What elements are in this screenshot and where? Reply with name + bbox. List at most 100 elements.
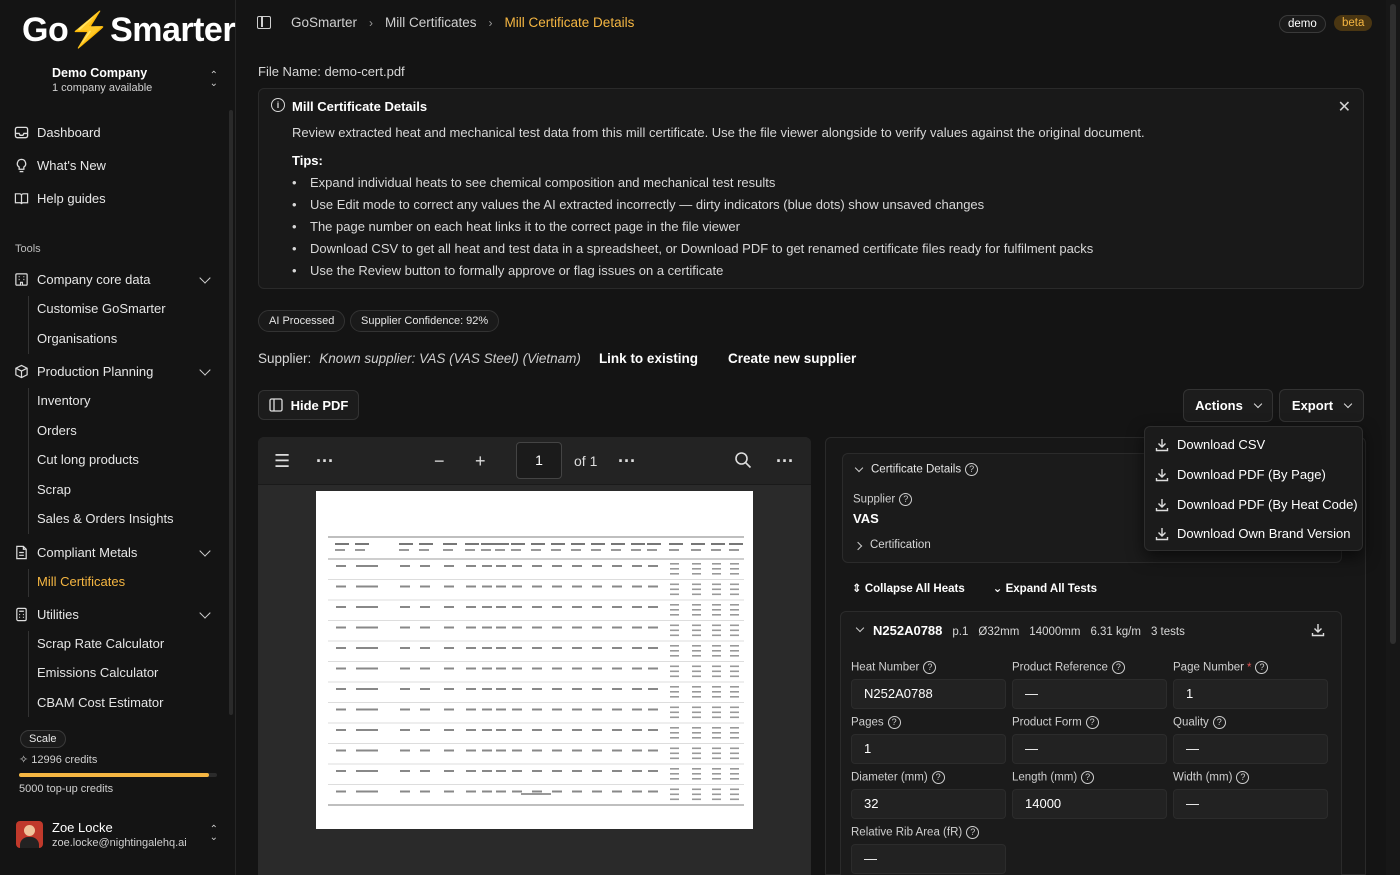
help-circle-icon[interactable]: ? (1081, 771, 1095, 784)
sidebar-scrollbar[interactable] (229, 110, 233, 715)
page-number-field[interactable]: 1 (1173, 679, 1328, 709)
length-field[interactable]: 14000 (1012, 789, 1167, 819)
breadcrumb-gosmarter[interactable]: GoSmarter (291, 15, 357, 30)
nav-cut-long-products[interactable]: Cut long products (37, 452, 139, 467)
list-icon[interactable]: ☰ (274, 451, 290, 471)
export-menu: Download CSV Download PDF (By Page) Down… (1144, 426, 1363, 551)
cell-text-mark (612, 770, 622, 772)
help-circle-icon[interactable]: ? (887, 716, 901, 729)
heat-number-field[interactable]: N252A0788 (851, 679, 1006, 709)
chevron-down-icon[interactable] (199, 364, 211, 376)
pages-field[interactable]: 1 (851, 734, 1006, 764)
download-pdf-by-page-item[interactable]: Download PDF (By Page) (1155, 467, 1326, 482)
expand-all-tests-button[interactable]: ⌄ Expand All Tests (993, 581, 1097, 595)
help-circle-icon[interactable]: ? (899, 493, 913, 506)
nav-organisations[interactable]: Organisations (37, 331, 117, 346)
chevron-down-icon[interactable] (199, 545, 211, 557)
download-pdf-by-heat-code-label: Download PDF (By Heat Code) (1177, 497, 1358, 512)
product-form-field[interactable]: — (1012, 734, 1167, 764)
help-circle-icon[interactable]: ? (1255, 661, 1269, 674)
nav-cbam-cost-estimator[interactable]: CBAM Cost Estimator (37, 695, 163, 710)
chevron-right-icon[interactable] (853, 541, 863, 551)
download-pdf-by-heat-code-item[interactable]: Download PDF (By Heat Code) (1155, 497, 1358, 512)
page-scrollbar[interactable] (1386, 0, 1400, 875)
help-circle-icon[interactable]: ? (965, 463, 979, 476)
product-reference-field[interactable]: — (1012, 679, 1167, 709)
cell-text-mark (730, 747, 739, 750)
chevron-down-icon[interactable] (855, 623, 865, 633)
search-icon[interactable] (734, 451, 752, 469)
width-field[interactable]: — (1173, 789, 1328, 819)
nav-dashboard-label: Dashboard (37, 124, 101, 140)
export-button[interactable]: Export (1279, 389, 1364, 422)
pdf-toolbar: ☰ ··· − + 1 of 1 ··· ··· (258, 437, 811, 485)
nav-dashboard[interactable]: Dashboard (14, 121, 101, 143)
nav-company-core-data[interactable]: Company core data (14, 268, 150, 290)
nav-compliant-metals[interactable]: Compliant Metals (14, 541, 137, 563)
help-circle-icon[interactable]: ? (1212, 716, 1226, 729)
hide-pdf-button[interactable]: Hide PDF (258, 390, 359, 420)
cell-text-mark (400, 667, 410, 670)
cell-text-mark (482, 749, 492, 752)
certification-toggle[interactable]: Certification (870, 539, 931, 551)
nav-production-planning[interactable]: Production Planning (14, 360, 153, 382)
chevron-down-icon[interactable] (854, 463, 864, 473)
nav-utilities[interactable]: Utilities (14, 603, 79, 625)
chevron-down-icon[interactable] (199, 272, 211, 284)
breadcrumb-mill-certificates[interactable]: Mill Certificates (385, 15, 477, 30)
tip-item: Use Edit mode to correct any values the … (292, 197, 1093, 219)
cell-text-mark (692, 752, 701, 755)
link-to-existing-button[interactable]: Link to existing (599, 351, 698, 366)
nav-inventory[interactable]: Inventory (37, 393, 90, 408)
cell-text-mark (444, 790, 454, 793)
cell-text-mark (336, 626, 346, 629)
cell-text-mark (730, 737, 739, 739)
relative-rib-area-field[interactable]: — (851, 844, 1006, 874)
more-horizontal-icon[interactable]: ··· (316, 451, 334, 471)
help-circle-icon[interactable]: ? (1085, 716, 1099, 729)
nav-scrap-rate-calculator[interactable]: Scrap Rate Calculator (37, 636, 164, 651)
help-circle-icon[interactable]: ? (1236, 771, 1250, 784)
cell-text-mark (356, 585, 378, 588)
company-switcher[interactable]: Demo Company 1 company available ⌃ ⌄ (12, 60, 224, 102)
heat-header[interactable]: N252A0788 p.1 Ø32mm 14000mm 6.31 kg/m 3 … (873, 623, 1185, 638)
cell-text-mark (532, 626, 542, 629)
nav-utilities-label: Utilities (37, 606, 79, 622)
cell-text-mark (482, 790, 492, 793)
sidebar-toggle-icon[interactable] (257, 16, 271, 29)
download-csv-item[interactable]: Download CSV (1155, 437, 1265, 452)
certificate-details-header[interactable]: Certificate Details? (871, 463, 979, 476)
more-horizontal-icon[interactable]: ··· (776, 451, 794, 471)
zoom-in-icon[interactable]: + (475, 451, 486, 471)
actions-button[interactable]: Actions (1183, 389, 1273, 422)
zoom-out-icon[interactable]: − (434, 451, 445, 471)
nav-sales-orders-insights[interactable]: Sales & Orders Insights (37, 511, 174, 526)
cell-text-mark (670, 778, 679, 780)
nav-mill-certificates[interactable]: Mill Certificates (37, 574, 125, 589)
nav-help-guides[interactable]: Help guides (14, 187, 106, 209)
gosmarter-logo[interactable]: Go⚡Smarter (22, 10, 236, 50)
cell-text-mark (712, 757, 721, 760)
page-number-input[interactable]: 1 (516, 442, 562, 479)
help-circle-icon[interactable]: ? (931, 771, 945, 784)
quality-field[interactable]: — (1173, 734, 1328, 764)
cell-text-mark (420, 749, 430, 752)
nav-whats-new[interactable]: What's New (14, 154, 106, 176)
user-menu[interactable]: Zoe Locke zoe.locke@nightingalehq.ai ⌃ ⌄ (16, 818, 226, 854)
nav-orders[interactable]: Orders (37, 423, 77, 438)
nav-scrap[interactable]: Scrap (37, 482, 71, 497)
nav-emissions-calculator[interactable]: Emissions Calculator (37, 665, 158, 680)
help-circle-icon[interactable]: ? (1111, 661, 1125, 674)
diameter-field[interactable]: 32 (851, 789, 1006, 819)
help-circle-icon[interactable]: ? (923, 661, 937, 674)
chevron-down-icon[interactable] (199, 607, 211, 619)
nav-customise-gosmarter[interactable]: Customise GoSmarter (37, 301, 166, 316)
more-horizontal-icon[interactable]: ··· (618, 451, 636, 471)
download-icon[interactable] (1311, 623, 1325, 637)
download-own-brand-item[interactable]: Download Own Brand Version (1155, 526, 1350, 541)
help-circle-icon[interactable]: ? (966, 826, 980, 839)
cell-text-mark (572, 688, 582, 690)
close-icon[interactable]: ✕ (1338, 97, 1351, 117)
create-new-supplier-button[interactable]: Create new supplier (728, 351, 856, 366)
collapse-all-heats-button[interactable]: ⇕ Collapse All Heats (852, 581, 965, 595)
